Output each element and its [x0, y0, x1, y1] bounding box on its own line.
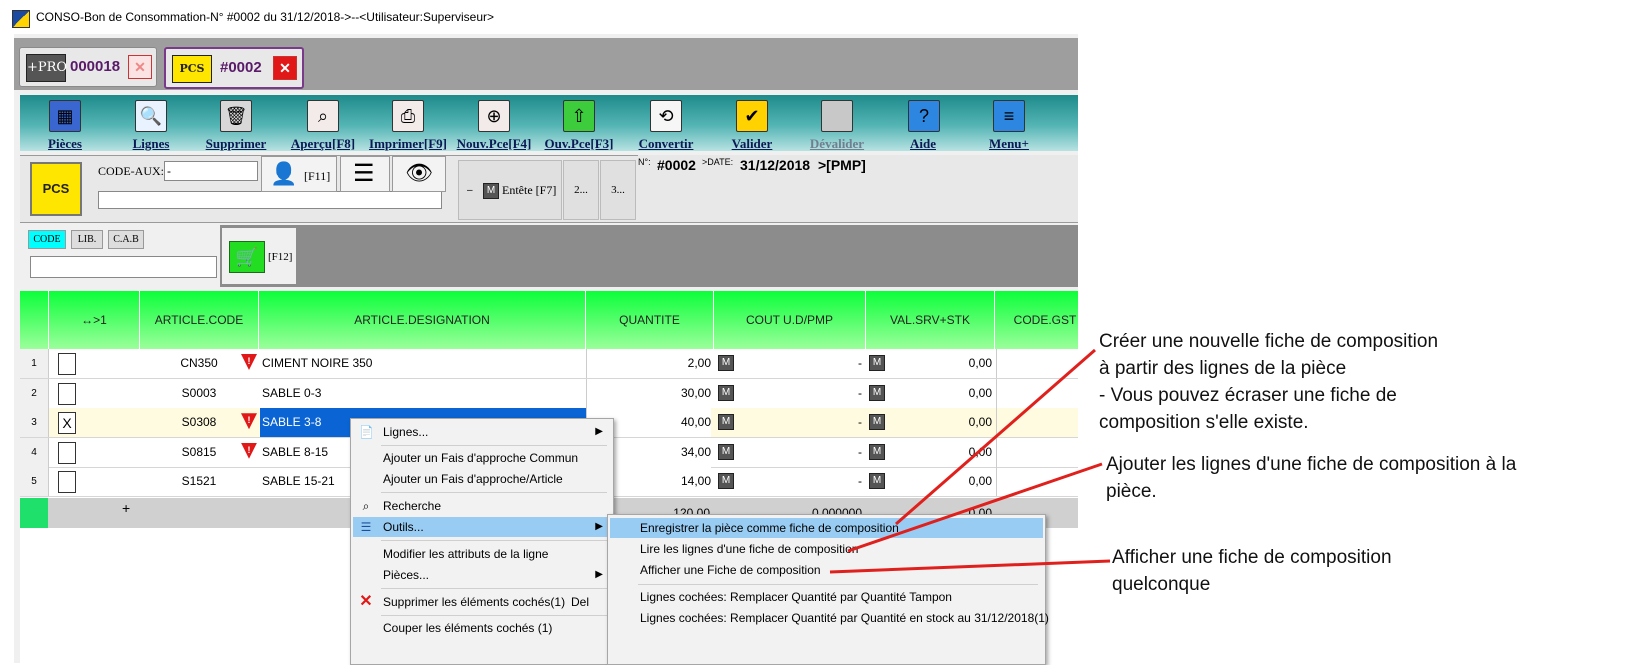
annotation-line: Afficher une fiche de composition [1112, 547, 1392, 568]
annotation-note-3: Afficher une fiche de composition quelco… [1112, 544, 1392, 598]
annotation-arrow-3 [829, 559, 1111, 574]
annotation-note-2: Ajouter les lignes d'une fiche de compos… [1106, 451, 1516, 505]
annotation-line: composition s'elle existe. [1099, 412, 1309, 433]
annotation-arrow-2 [847, 462, 1103, 553]
annotation-line: - Vous pouvez écraser une fiche de [1099, 385, 1397, 406]
annotation-line: Ajouter les lignes d'une fiche de compos… [1106, 454, 1517, 475]
annotation-arrow-1 [895, 348, 1096, 526]
annotation-line: quelconque [1112, 574, 1211, 595]
annotation-line: pièce. [1106, 481, 1157, 502]
annotation-line: Créer une nouvelle fiche de composition [1099, 331, 1439, 352]
annotation-note-1: Créer une nouvelle fiche de composition … [1099, 328, 1438, 436]
annotation-line: à partir des lignes de la pièce [1099, 358, 1347, 379]
